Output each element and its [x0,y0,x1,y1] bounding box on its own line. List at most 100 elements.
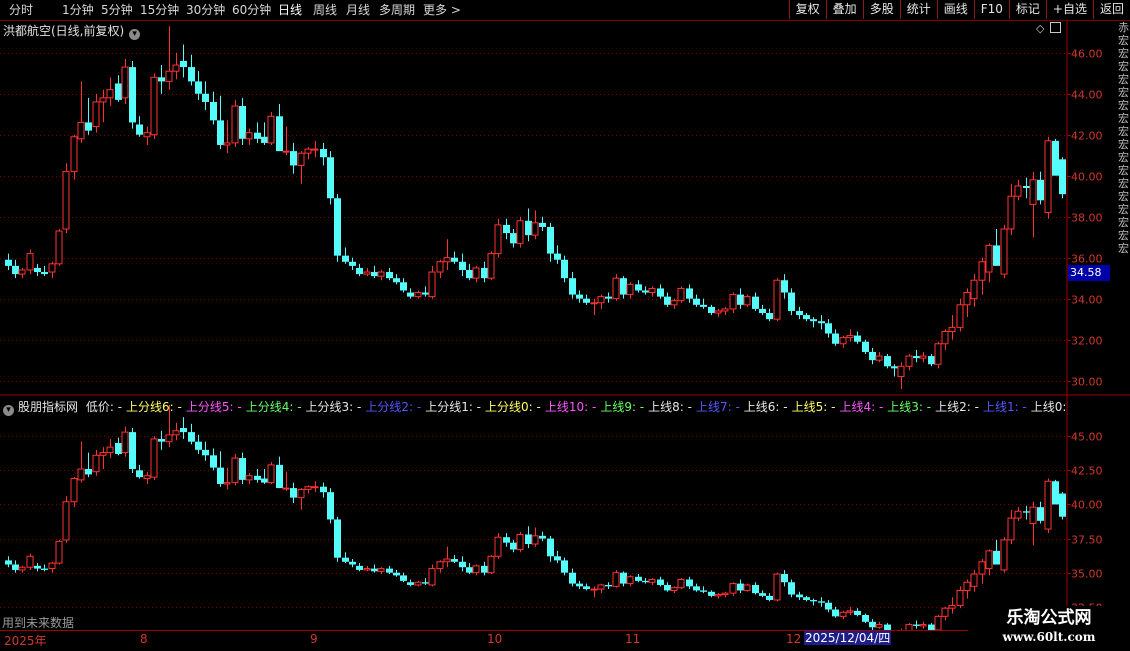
candle-body [905,355,913,367]
candle-body [648,579,656,583]
period-monthly-tab[interactable]: 月线 [346,2,370,18]
candle-body [494,536,502,557]
candle-body [869,621,876,628]
period-5min-tab[interactable]: 5分钟 [101,2,133,18]
chevron-down-icon[interactable]: ▾ [3,405,14,416]
candle-body [525,220,532,236]
panel-corner-icons: ◇ [1036,22,1062,35]
candle-body [576,583,583,587]
add-watchlist-button[interactable]: +自选 [1045,0,1093,19]
future-data-note: 用到未来数据 [2,616,75,630]
back-button[interactable]: 返回 [1092,0,1130,19]
f10-button[interactable]: F10 [973,0,1009,19]
period-weekly-tab[interactable]: 周线 [313,2,337,18]
candle-body [597,584,605,590]
main-panel-title-bar: 洪都航空(日线,前复权) ▾ [3,22,141,40]
candle-body [721,592,729,596]
candle-body [239,458,246,480]
candle-body [963,292,971,306]
candle-body [297,152,305,166]
period-fenshi-tab[interactable]: 分时 [9,2,33,18]
candle-body [1059,159,1066,195]
candle-body [956,589,964,606]
candle-body [466,567,473,573]
candle-body [788,292,795,311]
candle-body [276,116,283,152]
candle-body [188,67,195,82]
multi-stock-button[interactable]: 多股 [862,0,900,19]
candle-body [129,432,136,469]
candle-body [729,294,737,310]
candle-body [428,271,436,298]
candle-body [386,272,393,279]
candle-body [276,464,283,489]
candle-body [539,222,546,227]
candle-body [12,265,19,275]
candle-body [165,434,173,443]
candle-body [721,308,729,312]
candle-body [371,568,378,572]
candle-body [737,583,744,591]
candle-body [26,555,34,568]
mark-button[interactable]: 标记 [1008,0,1046,19]
period-30min-tab[interactable]: 30分钟 [186,2,225,18]
candle-body [752,296,759,309]
fuquan-button[interactable]: 复权 [788,0,826,19]
candle-body [897,365,905,378]
period-60min-tab[interactable]: 60分钟 [232,2,271,18]
candle-body [928,356,935,365]
period-daily-tab[interactable]: 日线 [278,2,302,18]
period-multi-tab[interactable]: 多周期 [379,2,415,18]
candle-body [503,224,510,234]
candle-body [670,587,678,591]
period-more-menu[interactable]: 更多 > [423,2,461,18]
candle-body [414,292,422,298]
candle-body [261,136,268,143]
candle-body [737,294,744,305]
candle-body [993,245,1000,266]
candle-body [1029,506,1037,525]
candle-body [472,267,480,279]
draw-line-button[interactable]: 画线 [936,0,974,19]
indicator-name[interactable]: 股朋指标网 [18,400,78,414]
overlay-button[interactable]: 叠加 [825,0,863,19]
candle-body [1023,185,1030,189]
candle-body [267,464,275,484]
candle-body [115,443,122,454]
diamond-icon[interactable]: ◇ [1036,22,1044,35]
stats-button[interactable]: 统计 [899,0,937,19]
candle-body [554,253,561,260]
candle-body [714,310,722,314]
candle-body [5,259,12,266]
candle-body [648,287,656,294]
maximize-icon[interactable] [1050,22,1062,33]
main-y-tick-label: 38.00 [1071,212,1103,225]
candle-body [759,593,766,596]
indicator-legend: ▾ 股朋指标网 低价: - 上分线6: - 上分线5: - 上分线4: - 上分线3: -… [3,398,1069,416]
period-15min-tab[interactable]: 15分钟 [140,2,179,18]
candle-body [516,533,524,550]
candle-body [862,614,869,622]
candle-body [941,607,949,617]
kline-chart[interactable]: 30.00 32.00 34.00 36.00 38.00 40.00 42.00 44.00… [0,21,1130,630]
candle-body [913,624,920,626]
candle-body [407,292,414,297]
candle-body [41,272,48,275]
candle-body [635,576,642,581]
candle-body [1023,511,1030,513]
candle-body [576,294,583,299]
candle-body [985,550,993,570]
candle-body [854,610,861,615]
candle-body [267,115,275,144]
candle-body [172,64,180,72]
candle-body [136,470,143,478]
candle-body [165,70,173,82]
candle-body [642,580,649,583]
main-y-tick-label: 44.00 [1071,89,1103,102]
candle-body [400,575,407,581]
ind-y-tick-label: 40.00 [1071,499,1103,512]
candle-body [846,610,854,613]
chevron-down-icon[interactable]: ▾ [129,29,141,40]
period-1min-tab[interactable]: 1分钟 [62,2,94,18]
candle-body [18,566,26,571]
